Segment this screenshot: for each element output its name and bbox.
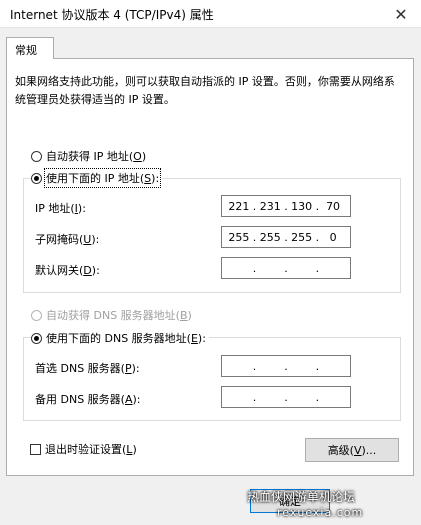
watermark-line2: rexuexia.com	[277, 506, 364, 519]
ip-octet-1: 221	[228, 199, 250, 213]
manual-dns-radio-circle	[31, 332, 42, 344]
default-gateway-input[interactable]: . . .	[221, 257, 351, 279]
manual-ip-radio-label: 使用下面的 IP 地址(S):	[43, 168, 162, 188]
mask-dot: .	[315, 230, 320, 244]
auto-dns-radio-circle	[31, 309, 42, 321]
close-button[interactable]: ✕	[381, 0, 421, 28]
alternate-dns-input[interactable]: . . .	[221, 386, 351, 408]
ip-address-label: IP 地址(I):	[35, 202, 86, 215]
auto-dns-radio-label: 自动获得 DNS 服务器地址(B)	[46, 309, 192, 322]
pdns-dot: .	[284, 359, 288, 373]
validate-on-exit-checkbox[interactable]: 退出时验证设置(L)	[30, 441, 137, 457]
dns-groupbox	[23, 337, 401, 421]
adns-dot: .	[252, 390, 257, 404]
manual-dns-radio-label: 使用下面的 DNS 服务器地址(E):	[46, 332, 206, 345]
ip-dot: .	[252, 199, 257, 213]
window-title: Internet 协议版本 4 (TCP/IPv4) 属性	[10, 8, 214, 22]
tab-general[interactable]: 常规	[6, 37, 54, 59]
ip-address-input[interactable]: 221. 231. 130. 70	[221, 195, 351, 217]
auto-ip-radio[interactable]: 自动获得 IP 地址(O)	[31, 148, 146, 164]
subnet-mask-label: 子网掩码(U):	[35, 233, 100, 246]
mask-octet-3: 255	[291, 230, 313, 244]
ip-dot: .	[284, 199, 288, 213]
ip-dot: .	[315, 199, 320, 213]
validate-checkbox-box	[30, 443, 41, 455]
tab-general-label: 常规	[15, 44, 37, 57]
ip-octet-3: 130	[291, 199, 313, 213]
general-panel: 如果网络支持此功能，则可以获取自动指派的 IP 设置。否则，你需要从网络系统管理…	[6, 58, 414, 476]
watermark-line1: 热血侠网游单机论坛	[247, 490, 356, 504]
adns-dot: .	[315, 390, 320, 404]
adns-dot: .	[284, 390, 288, 404]
ip-octet-4: 70	[326, 199, 341, 213]
gw-dot: .	[284, 261, 288, 275]
title-bar: Internet 协议版本 4 (TCP/IPv4) 属性 ✕	[0, 0, 421, 28]
advanced-button-label: 高级(V)...	[327, 444, 377, 457]
auto-dns-radio[interactable]: 自动获得 DNS 服务器地址(B)	[31, 307, 192, 323]
pdns-dot: .	[315, 359, 320, 373]
mask-octet-4: 0	[329, 230, 337, 244]
preferred-dns-input[interactable]: . . .	[221, 355, 351, 377]
mask-octet-2: 255	[259, 230, 281, 244]
site-watermark: 热血侠网游单机论坛 rexuexia.com	[247, 490, 417, 522]
mask-octet-1: 255	[228, 230, 250, 244]
close-icon: ✕	[394, 4, 408, 24]
subnet-mask-input[interactable]: 255. 255. 255. 0	[221, 226, 351, 248]
pdns-dot: .	[252, 359, 257, 373]
manual-ip-radio[interactable]: 使用下面的 IP 地址(S):	[31, 168, 163, 188]
validate-checkbox-label: 退出时验证设置(L)	[45, 443, 137, 456]
description-text: 如果网络支持此功能，则可以获取自动指派的 IP 设置。否则，你需要从网络系统管理…	[15, 75, 395, 106]
mask-dot: .	[284, 230, 288, 244]
manual-ip-radio-circle	[31, 172, 42, 184]
default-gateway-label: 默认网关(D):	[35, 264, 100, 277]
ip-octet-2: 231	[259, 199, 281, 213]
gw-dot: .	[315, 261, 320, 275]
auto-ip-radio-circle	[31, 150, 42, 162]
auto-ip-radio-label: 自动获得 IP 地址(O)	[46, 150, 147, 163]
alternate-dns-label: 备用 DNS 服务器(A):	[35, 393, 141, 406]
gw-dot: .	[252, 261, 257, 275]
mask-dot: .	[252, 230, 257, 244]
preferred-dns-label: 首选 DNS 服务器(P):	[35, 362, 140, 375]
advanced-button[interactable]: 高级(V)...	[305, 438, 399, 462]
manual-dns-radio[interactable]: 使用下面的 DNS 服务器地址(E):	[31, 330, 209, 346]
